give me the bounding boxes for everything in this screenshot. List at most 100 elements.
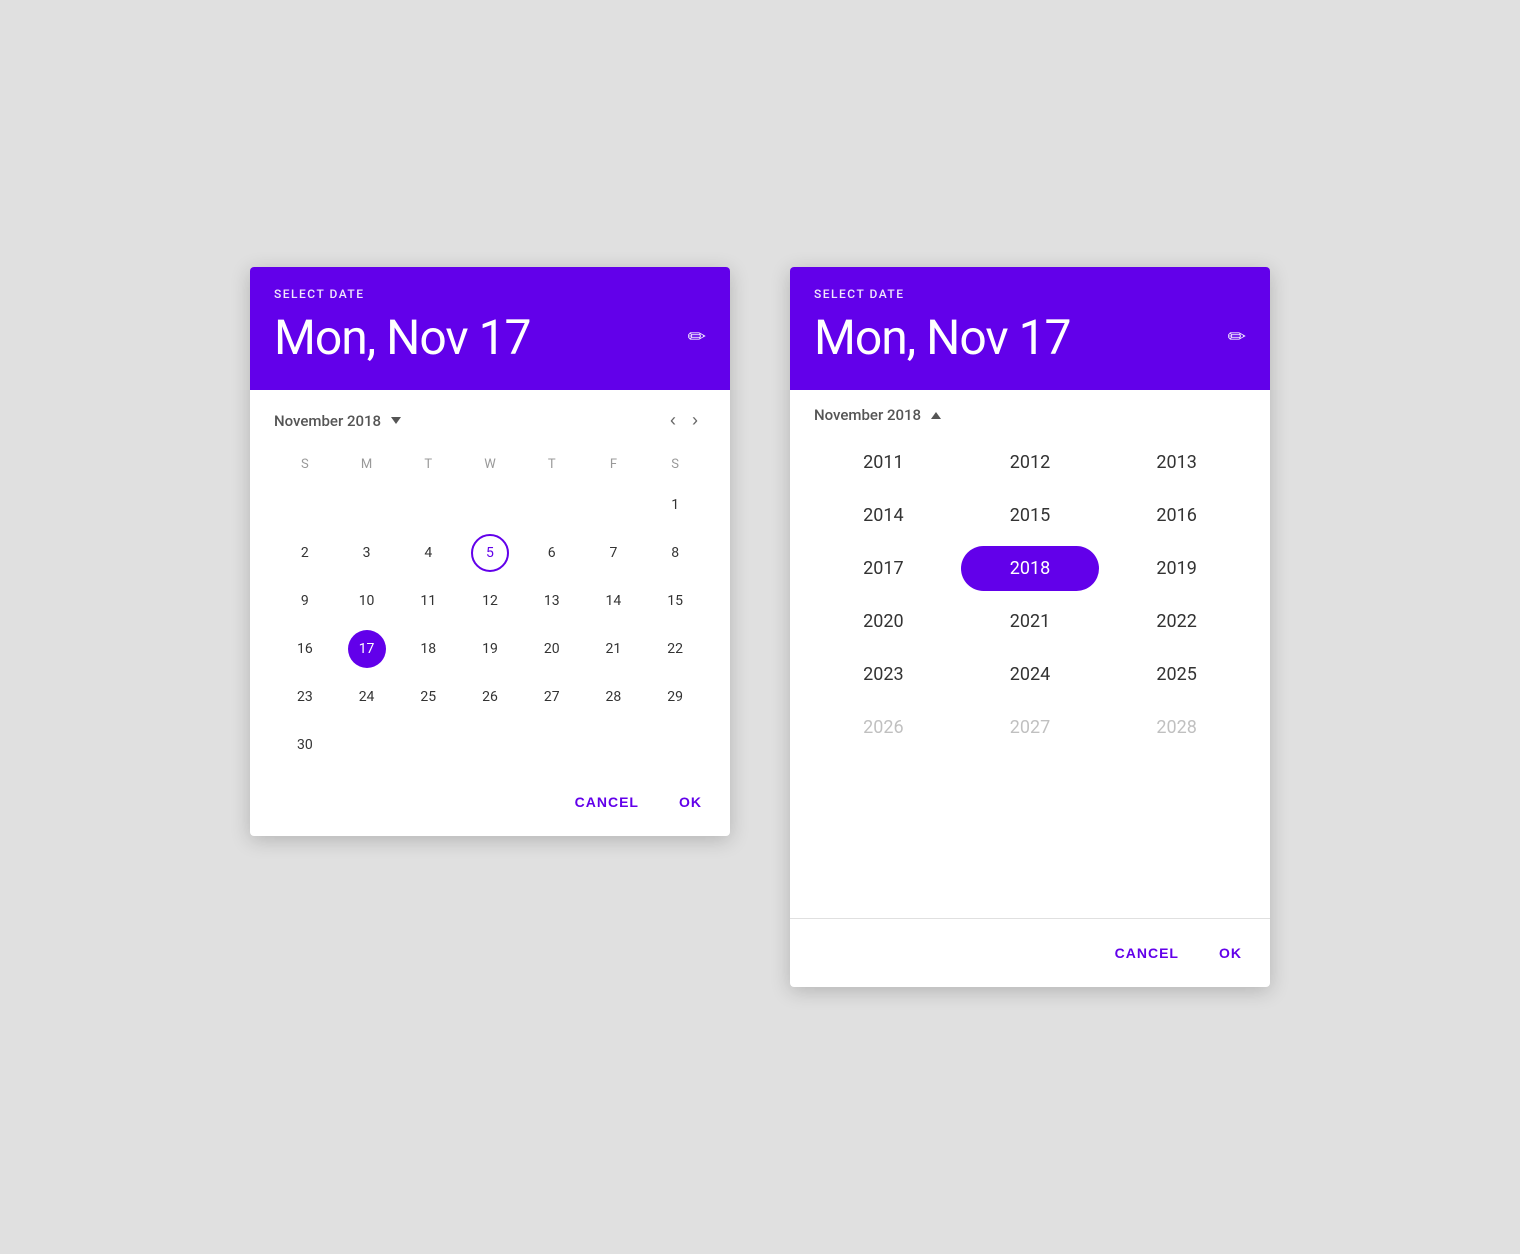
- year-cell[interactable]: 2024: [961, 652, 1100, 697]
- picker1-ok-button[interactable]: OK: [663, 784, 718, 820]
- picker1-actions: CANCEL OK: [250, 776, 730, 836]
- picker1-next-month-button[interactable]: ›: [684, 406, 706, 435]
- day-name-t2: T: [521, 451, 583, 478]
- picker2-month-nav: November 2018: [814, 406, 1246, 424]
- day-name-f: F: [583, 451, 645, 478]
- day-cell[interactable]: 10: [348, 582, 386, 620]
- picker2-header: SELECT DATE Mon, Nov 17 ✏: [790, 267, 1270, 390]
- day-cell[interactable]: 23: [286, 678, 324, 716]
- day-cell: [409, 486, 447, 524]
- day-cell[interactable]: 8: [656, 534, 694, 572]
- day-cell[interactable]: 3: [348, 534, 386, 572]
- year-cell[interactable]: 2017: [814, 546, 953, 591]
- picker1-calendar-grid: S M T W T F S 12345678910111213141516171…: [274, 451, 706, 768]
- picker1-prev-month-button[interactable]: ‹: [662, 406, 684, 435]
- year-cell[interactable]: 2020: [814, 599, 953, 644]
- day-cell: [594, 486, 632, 524]
- year-cell: 2028: [1107, 705, 1246, 750]
- picker1-day-names: S M T W T F S: [274, 451, 706, 478]
- day-cell[interactable]: 20: [533, 630, 571, 668]
- day-cell[interactable]: 7: [594, 534, 632, 572]
- day-cell: [533, 486, 571, 524]
- day-cell[interactable]: 16: [286, 630, 324, 668]
- picker1-month-text: November 2018: [274, 412, 381, 430]
- page-wrapper: SELECT DATE Mon, Nov 17 ✏ November 2018 …: [190, 207, 1330, 1047]
- picker1-selected-date: Mon, Nov 17: [274, 309, 531, 366]
- picker1-month-nav: November 2018 ‹ ›: [274, 406, 706, 435]
- day-name-w: W: [459, 451, 521, 478]
- picker1-body: November 2018 ‹ › S M T W T F S 12345678…: [250, 390, 730, 776]
- day-cell[interactable]: 9: [286, 582, 324, 620]
- picker1-cancel-button[interactable]: CANCEL: [559, 784, 655, 820]
- picker2-edit-icon[interactable]: ✏: [1228, 325, 1246, 350]
- day-cell: [471, 486, 509, 524]
- day-cell[interactable]: 30: [286, 726, 324, 764]
- picker2-select-date-label: SELECT DATE: [814, 287, 1246, 301]
- year-cell: 2027: [961, 705, 1100, 750]
- day-cell[interactable]: 27: [533, 678, 571, 716]
- picker1-month-label[interactable]: November 2018: [274, 412, 401, 430]
- year-cell[interactable]: 2019: [1107, 546, 1246, 591]
- day-cell[interactable]: 15: [656, 582, 694, 620]
- date-picker-year: SELECT DATE Mon, Nov 17 ✏ November 2018 …: [790, 267, 1270, 987]
- day-cell[interactable]: 1: [656, 486, 694, 524]
- year-cell[interactable]: 2021: [961, 599, 1100, 644]
- day-cell[interactable]: 6: [533, 534, 571, 572]
- year-cell[interactable]: 2014: [814, 493, 953, 538]
- day-cell[interactable]: 12: [471, 582, 509, 620]
- picker1-days-grid: 1234567891011121314151617181920212223242…: [274, 482, 706, 768]
- year-cell[interactable]: 2018: [961, 546, 1100, 591]
- picker2-body: November 2018 20112012201320142015201620…: [790, 390, 1270, 910]
- picker1-edit-icon[interactable]: ✏: [688, 325, 706, 350]
- day-cell[interactable]: 17: [348, 630, 386, 668]
- day-cell[interactable]: 28: [594, 678, 632, 716]
- year-cell[interactable]: 2013: [1107, 440, 1246, 485]
- picker2-selected-date: Mon, Nov 17: [814, 309, 1071, 366]
- day-name-s2: S: [644, 451, 706, 478]
- day-cell[interactable]: 26: [471, 678, 509, 716]
- day-cell[interactable]: 19: [471, 630, 509, 668]
- day-cell: [286, 486, 324, 524]
- picker2-month-text: November 2018: [814, 406, 921, 424]
- day-name-m: M: [336, 451, 398, 478]
- year-cell[interactable]: 2025: [1107, 652, 1246, 697]
- year-cell[interactable]: 2015: [961, 493, 1100, 538]
- day-cell[interactable]: 21: [594, 630, 632, 668]
- year-cell[interactable]: 2016: [1107, 493, 1246, 538]
- day-cell[interactable]: 5: [471, 534, 509, 572]
- picker2-month-label[interactable]: November 2018: [814, 406, 941, 424]
- day-cell: [348, 486, 386, 524]
- picker2-dropdown-icon: [931, 412, 941, 419]
- day-cell: [471, 726, 509, 764]
- day-cell[interactable]: 25: [409, 678, 447, 716]
- day-cell: [409, 726, 447, 764]
- day-cell[interactable]: 13: [533, 582, 571, 620]
- day-cell[interactable]: 2: [286, 534, 324, 572]
- picker2-year-grid: 201120122013 201420152016 201720182019 2020…: [814, 440, 1246, 750]
- day-cell: [656, 726, 694, 764]
- day-name-s1: S: [274, 451, 336, 478]
- day-cell: [594, 726, 632, 764]
- picker1-dropdown-icon: [391, 417, 401, 424]
- picker1-header: SELECT DATE Mon, Nov 17 ✏: [250, 267, 730, 390]
- picker1-date-row: Mon, Nov 17 ✏: [274, 309, 706, 366]
- year-cell[interactable]: 2012: [961, 440, 1100, 485]
- day-cell: [533, 726, 571, 764]
- day-cell[interactable]: 22: [656, 630, 694, 668]
- day-name-t1: T: [397, 451, 459, 478]
- picker2-cancel-button[interactable]: CANCEL: [1099, 935, 1195, 971]
- day-cell[interactable]: 18: [409, 630, 447, 668]
- year-cell[interactable]: 2022: [1107, 599, 1246, 644]
- year-cell[interactable]: 2023: [814, 652, 953, 697]
- day-cell[interactable]: 24: [348, 678, 386, 716]
- day-cell[interactable]: 11: [409, 582, 447, 620]
- picker2-date-row: Mon, Nov 17 ✏: [814, 309, 1246, 366]
- picker2-actions: CANCEL OK: [790, 927, 1270, 987]
- day-cell[interactable]: 14: [594, 582, 632, 620]
- year-cell: 2026: [814, 705, 953, 750]
- year-cell[interactable]: 2011: [814, 440, 953, 485]
- day-cell[interactable]: 4: [409, 534, 447, 572]
- picker2-ok-button[interactable]: OK: [1203, 935, 1258, 971]
- day-cell[interactable]: 29: [656, 678, 694, 716]
- date-picker-calendar: SELECT DATE Mon, Nov 17 ✏ November 2018 …: [250, 267, 730, 836]
